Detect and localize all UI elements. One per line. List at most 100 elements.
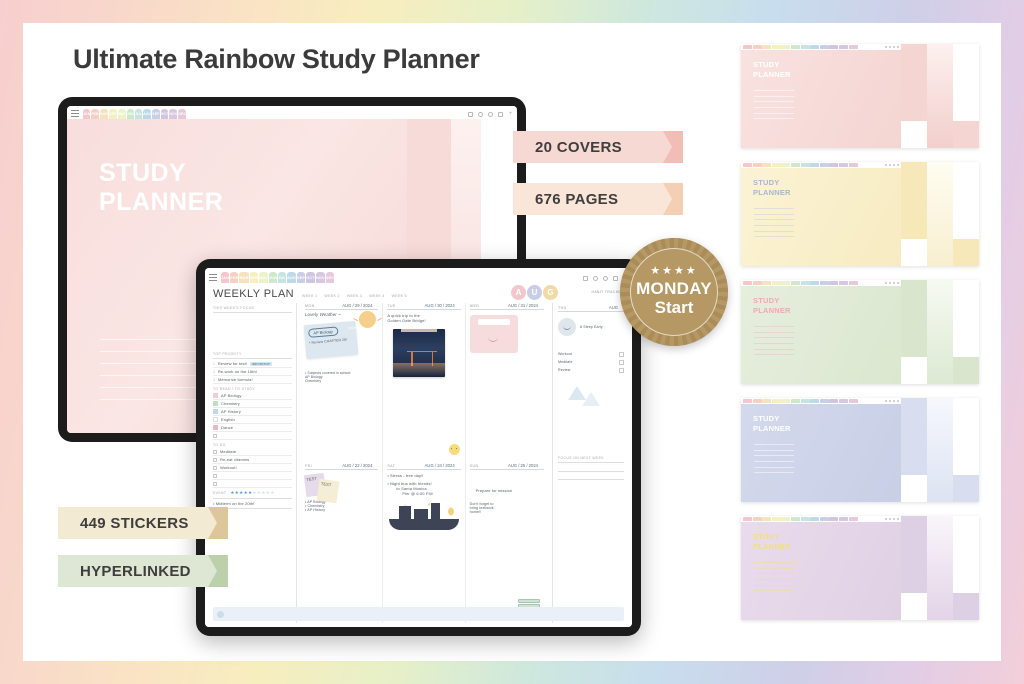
list-icon-weekly[interactable] xyxy=(583,276,588,281)
todo-checkbox[interactable] xyxy=(213,449,217,454)
habit-checkbox[interactable] xyxy=(619,351,624,357)
note-icon[interactable] xyxy=(498,112,503,117)
month-tab-nov-weekly[interactable]: NOV xyxy=(315,272,325,283)
thumb-strip-1 xyxy=(901,280,927,384)
subject-row[interactable]: Dance xyxy=(213,424,292,432)
cover-thumbnail-lilac[interactable]: STUDY PLANNER xyxy=(741,516,979,620)
todo-row-empty[interactable] xyxy=(213,480,292,488)
thumb-title-green: STUDY PLANNER xyxy=(753,296,901,316)
month-tab-mar[interactable]: MAR xyxy=(99,109,109,119)
day-cell-fri[interactable]: FRI AUG / 22 / 2024 TEST TEST • AP Biolo… xyxy=(301,463,384,623)
subject-row-empty[interactable] xyxy=(213,432,292,440)
month-tab-aug-weekly[interactable]: AUG xyxy=(286,272,297,283)
app-toolbar-icons[interactable]: + xyxy=(468,111,513,117)
pen-icon[interactable] xyxy=(488,112,493,117)
month-tab-mar-weekly[interactable]: MAR xyxy=(239,272,249,283)
day-cell-sat[interactable]: SAT AUG / 24 / 2024 • Stress - free day!… xyxy=(383,463,466,623)
cover-thumbnail-green[interactable]: STUDY PLANNER xyxy=(741,280,979,384)
thumb-strip-2 xyxy=(927,516,953,620)
subject-row[interactable]: English xyxy=(213,416,292,424)
cover-thumbnail-blue[interactable]: STUDY PLANNER xyxy=(741,398,979,502)
event-label: EVENT xyxy=(213,491,227,495)
hamburger-menu-icon[interactable] xyxy=(71,110,79,117)
week-tab-5[interactable]: WEEK 5 xyxy=(392,294,407,298)
note-icon-weekly[interactable] xyxy=(613,276,618,281)
month-tab-jul[interactable]: JUL xyxy=(135,109,143,119)
todo-row[interactable]: Meditate xyxy=(213,448,292,456)
subject-row[interactable]: Chemistry xyxy=(213,400,292,408)
week-tab-2[interactable]: WEEK 2 xyxy=(324,294,339,298)
page-title: Ultimate Rainbow Study Planner xyxy=(73,44,480,74)
week-tab-3[interactable]: WEEK 3 xyxy=(347,294,362,298)
habit-row[interactable]: Workout xyxy=(558,350,624,358)
month-tab-jun-weekly[interactable]: JUN xyxy=(268,272,278,283)
month-tab-feb[interactable]: FEB xyxy=(91,109,99,119)
poster-stage: Ultimate Rainbow Study Planner JAN FEB M… xyxy=(0,0,1024,684)
habit-row[interactable]: Review xyxy=(558,366,624,374)
note-body-text: • Review CHAPTER 20! xyxy=(308,337,348,345)
week-tabs[interactable]: WEEK 1 WEEK 2 WEEK 3 WEEK 4 WEEK 5 xyxy=(302,294,407,298)
month-tab-apr-weekly[interactable]: APR xyxy=(249,272,259,283)
todo-row[interactable]: Workout! xyxy=(213,464,292,472)
priority-row[interactable]: 1 Review for test! IMPORTANT! xyxy=(213,360,292,368)
todo-checkbox[interactable] xyxy=(213,457,217,462)
month-tab-dec-weekly[interactable]: DEC xyxy=(325,272,335,283)
habit-row[interactable]: Meditate xyxy=(558,358,624,366)
thumb-strip-3 xyxy=(953,162,979,266)
week-tab-4[interactable]: WEEK 4 xyxy=(369,294,384,298)
month-tab-sep[interactable]: SEP xyxy=(152,109,160,119)
month-tab-feb-weekly[interactable]: FEB xyxy=(230,272,239,283)
month-tab-bar-cover[interactable]: JAN FEB MAR APR MAY JUN JUL AUG SEP OCT … xyxy=(67,106,517,119)
subject-row[interactable]: AP Biology xyxy=(213,392,292,400)
weekly-footer-bar[interactable] xyxy=(213,607,624,621)
sleepy-face-sticker-icon xyxy=(558,318,576,336)
day-cell-tue[interactable]: TUE AUG / 30 / 2024 A quick trip to the … xyxy=(383,303,466,463)
thumb-title-line2: PLANNER xyxy=(753,305,791,315)
month-tab-jan[interactable]: JAN xyxy=(83,109,91,119)
day-cell-sun[interactable]: SUN AUG / 25 / 2024 Prepare for mission … xyxy=(466,463,548,623)
thumb-title-line2: PLANNER xyxy=(753,69,791,79)
todo-checkbox[interactable] xyxy=(213,465,217,470)
month-tab-jun[interactable]: JUN xyxy=(126,109,135,119)
add-icon[interactable]: + xyxy=(508,111,513,117)
month-tab-oct-weekly[interactable]: OCT xyxy=(306,272,315,283)
month-tab-aug[interactable]: AUG xyxy=(143,109,152,119)
subject-empty-checkbox[interactable] xyxy=(213,433,217,438)
habit-day-header: THU AUG xyxy=(558,305,624,312)
habit-checkbox[interactable] xyxy=(619,359,624,365)
month-tab-oct[interactable]: OCT xyxy=(160,109,169,119)
habit-checkbox[interactable] xyxy=(619,367,624,373)
day-cell-mon[interactable]: MON AUG / 29 / 2024 Lovely Weather ~ AP … xyxy=(301,303,384,463)
day-cell-wed[interactable]: WED AUG / 31 / 2024 xyxy=(466,303,548,463)
thumb-month-bar xyxy=(741,162,901,168)
weekly-plan-title: WEEKLY PLAN xyxy=(213,288,295,300)
list-icon[interactable] xyxy=(468,112,473,117)
hamburger-menu-icon-weekly[interactable] xyxy=(209,274,217,281)
month-tab-nov[interactable]: NOV xyxy=(169,109,178,119)
month-tab-apr[interactable]: APR xyxy=(109,109,117,119)
todo-row[interactable]: Re-eat vitamins xyxy=(213,456,292,464)
week-tab-1[interactable]: WEEK 1 xyxy=(302,294,317,298)
todo-row-empty[interactable] xyxy=(213,472,292,480)
undo-icon-weekly[interactable] xyxy=(593,276,598,281)
priority-row[interactable]: 2 Re-work on the 16th! xyxy=(213,368,292,376)
todo-checkbox[interactable] xyxy=(213,481,217,486)
subject-row[interactable]: AP History xyxy=(213,408,292,416)
thumb-strip-1 xyxy=(901,516,927,620)
subject-name-1: AP Biology xyxy=(221,393,242,398)
month-tab-dec[interactable]: DEC xyxy=(178,109,187,119)
cover-thumbnail-pink[interactable]: STUDY PLANNER xyxy=(741,44,979,148)
month-tab-may-weekly[interactable]: MAY xyxy=(259,272,268,283)
cover-thumbnail-yellow[interactable]: STUDY PLANNER xyxy=(741,162,979,266)
subject-name-2: Chemistry xyxy=(221,401,240,406)
month-tab-may[interactable]: MAY xyxy=(117,109,126,119)
priority-row[interactable]: 3 Memorize formula! xyxy=(213,376,292,384)
month-tab-jul-weekly[interactable]: JUL xyxy=(278,272,286,283)
month-tab-bar-weekly[interactable]: JAN FEB MAR APR MAY JUN JUL AUG SEP OCT … xyxy=(205,268,632,283)
todo-checkbox[interactable] xyxy=(213,473,217,478)
pen-icon-weekly[interactable] xyxy=(603,276,608,281)
undo-icon[interactable] xyxy=(478,112,483,117)
month-tab-sep-weekly[interactable]: SEP xyxy=(297,272,306,283)
event-star-rating[interactable]: ★★★★★★★★★★ xyxy=(230,490,274,496)
month-tab-jan-weekly[interactable]: JAN xyxy=(221,272,230,283)
